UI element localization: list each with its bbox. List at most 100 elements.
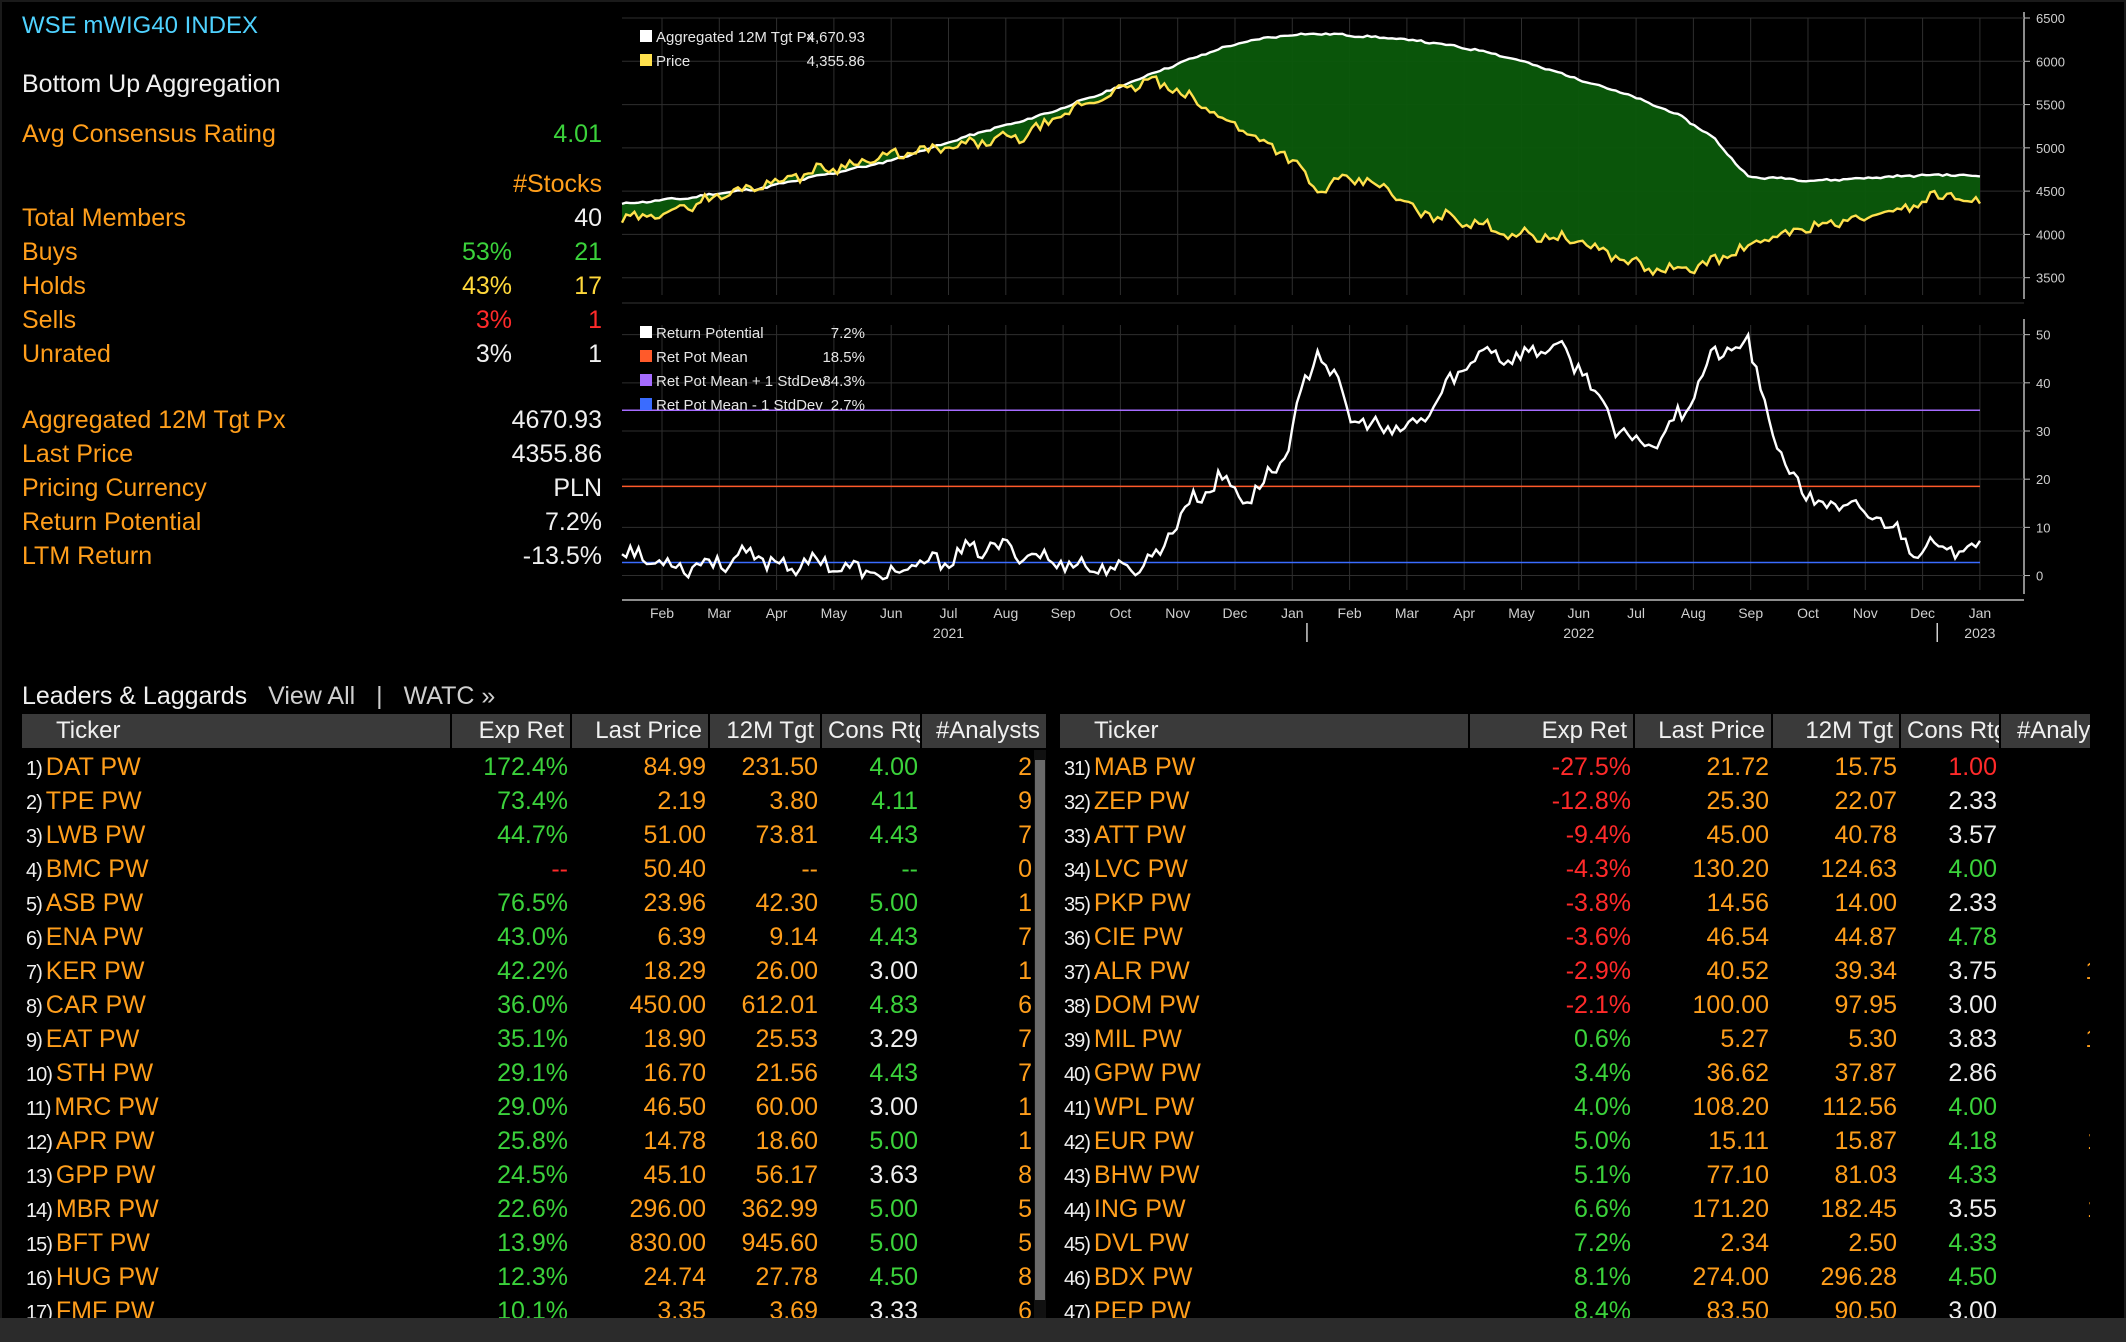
- table-row[interactable]: 12) APR PW 25.8% 14.78 18.60 5.00 1: [22, 1124, 1047, 1158]
- column-header-last-price[interactable]: Last Price: [1635, 714, 1773, 748]
- ticker-symbol[interactable]: PKP PW: [1094, 889, 1191, 917]
- table-row[interactable]: 33)ATT PW -9.4% 45.00 40.78 3.577: [1060, 818, 2090, 852]
- ticker-cell[interactable]: 13) GPP PW: [22, 1158, 452, 1192]
- ticker-symbol[interactable]: MIL PW: [1094, 1025, 1182, 1053]
- table-row[interactable]: 31)MAB PW -27.5% 21.72 15.75 1.002: [1060, 750, 2090, 784]
- ticker-symbol[interactable]: MRC PW: [54, 1093, 158, 1121]
- ticker-cell[interactable]: 43) BHW PW: [1060, 1158, 1470, 1192]
- ticker-cell[interactable]: 10) STH PW: [22, 1056, 452, 1090]
- table-row[interactable]: 38)DOM PW -2.1% 100.00 97.95 3.008: [1060, 988, 2090, 1022]
- ticker-cell[interactable]: 46) BDX PW: [1060, 1260, 1470, 1294]
- table-row[interactable]: 9) EAT PW 35.1% 18.90 25.53 3.29 7: [22, 1022, 1047, 1056]
- ticker-cell[interactable]: 41) WPL PW: [1060, 1090, 1470, 1124]
- ticker-cell[interactable]: 14) MBR PW: [22, 1192, 452, 1226]
- table-row[interactable]: 35)PKP PW -3.8% 14.56 14.00 2.333: [1060, 886, 2090, 920]
- ticker-symbol[interactable]: GPP PW: [56, 1161, 156, 1189]
- ticker-symbol[interactable]: ENA PW: [46, 923, 143, 951]
- ticker-symbol[interactable]: ASB PW: [46, 889, 143, 917]
- ticker-symbol[interactable]: STH PW: [56, 1059, 153, 1087]
- ticker-symbol[interactable]: ALR PW: [1094, 957, 1190, 985]
- table-row[interactable]: 34)LVC PW -4.3% 130.20 124.63 4.007: [1060, 852, 2090, 886]
- ticker-symbol[interactable]: ING PW: [1094, 1195, 1186, 1223]
- table-row[interactable]: 45)DVL PW 7.2% 2.34 2.50 4.336: [1060, 1226, 2090, 1260]
- column-header-exp-ret[interactable]: Exp Ret: [452, 714, 572, 748]
- ticker-cell[interactable]: 15) BFT PW: [22, 1226, 452, 1260]
- table-row[interactable]: 46)BDX PW 8.1% 274.00 296.28 4.506: [1060, 1260, 2090, 1294]
- table-row[interactable]: 43)BHW PW 5.1% 77.10 81.03 4.339: [1060, 1158, 2090, 1192]
- series-return-potential-line[interactable]: [621, 331, 1981, 581]
- ticker-symbol[interactable]: DAT PW: [46, 753, 141, 781]
- table-row[interactable]: 14) MBR PW 22.6% 296.00 362.99 5.00 5: [22, 1192, 1047, 1226]
- ticker-symbol[interactable]: GPW PW: [1094, 1059, 1201, 1087]
- column-header-12m-tgt[interactable]: 12M Tgt: [1773, 714, 1901, 748]
- ticker-symbol[interactable]: DVL PW: [1094, 1229, 1189, 1257]
- ticker-cell[interactable]: 32) ZEP PW: [1060, 784, 1470, 818]
- table-row[interactable]: 1) DAT PW 172.4% 84.99 231.50 4.00 2: [22, 750, 1047, 784]
- ticker-cell[interactable]: 36) CIE PW: [1060, 920, 1470, 954]
- column-header-cons-rtg[interactable]: Cons Rtg: [822, 714, 922, 748]
- ticker-symbol[interactable]: CIE PW: [1094, 923, 1183, 951]
- ticker-cell[interactable]: 6) ENA PW: [22, 920, 452, 954]
- ticker-symbol[interactable]: WPL PW: [1094, 1093, 1194, 1121]
- column-header--analysts[interactable]: #Analysts: [2001, 714, 2090, 748]
- leaders-table[interactable]: Ticker Exp Ret Last Price 12M Tgt Cons Rtg #A…: [22, 714, 1047, 1318]
- ticker-symbol[interactable]: BMC PW: [46, 855, 149, 883]
- table-row[interactable]: 17) FMF PW 10.1% 3.35 3.69 3.33 6: [22, 1294, 1047, 1318]
- ticker-cell[interactable]: 7) KER PW: [22, 954, 452, 988]
- ticker-symbol[interactable]: HUG PW: [56, 1263, 159, 1291]
- table-row[interactable]: 11) MRC PW 29.0% 46.50 60.00 3.00 1: [22, 1090, 1047, 1124]
- column-header-ticker[interactable]: Ticker: [1060, 714, 1470, 748]
- ticker-cell[interactable]: 42) EUR PW: [1060, 1124, 1470, 1158]
- ticker-cell[interactable]: 2) TPE PW: [22, 784, 452, 818]
- ticker-symbol[interactable]: ZEP PW: [1094, 787, 1189, 815]
- ticker-symbol[interactable]: EUR PW: [1094, 1127, 1194, 1155]
- table-row[interactable]: 13) GPP PW 24.5% 45.10 56.17 3.63 8: [22, 1158, 1047, 1192]
- ticker-symbol[interactable]: LVC PW: [1094, 855, 1188, 883]
- ticker-cell[interactable]: 47) PEP PW: [1060, 1294, 1470, 1318]
- table-row[interactable]: 42)EUR PW 5.0% 15.11 15.87 4.1811: [1060, 1124, 2090, 1158]
- ticker-symbol[interactable]: TPE PW: [46, 787, 142, 815]
- charts-area[interactable]: Feb Mar Apr May Jun Jul Aug Sep Oct Nov Dec Jan Feb M…: [0, 0, 2126, 660]
- column-header-ticker[interactable]: Ticker: [22, 714, 452, 748]
- ticker-cell[interactable]: 34) LVC PW: [1060, 852, 1470, 886]
- table-row[interactable]: 15) BFT PW 13.9% 830.00 945.60 5.00 5: [22, 1226, 1047, 1260]
- ticker-cell[interactable]: 31) MAB PW: [1060, 750, 1470, 784]
- table-row[interactable]: 16) HUG PW 12.3% 24.74 27.78 4.50 8: [22, 1260, 1047, 1294]
- table-row[interactable]: 41)WPL PW 4.0% 108.20 112.56 4.009: [1060, 1090, 2090, 1124]
- ticker-symbol[interactable]: BFT PW: [56, 1229, 150, 1257]
- table-row[interactable]: 3) LWB PW 44.7% 51.00 73.81 4.43 7: [22, 818, 1047, 852]
- column-header-exp-ret[interactable]: Exp Ret: [1470, 714, 1635, 748]
- column-header-cons-rtg[interactable]: Cons Rtg: [1901, 714, 2001, 748]
- ticker-cell[interactable]: 5) ASB PW: [22, 886, 452, 920]
- ticker-symbol[interactable]: ATT PW: [1094, 821, 1186, 849]
- ticker-symbol[interactable]: EAT PW: [46, 1025, 140, 1053]
- table-row[interactable]: 44)ING PW 6.6% 171.20 182.45 3.5511: [1060, 1192, 2090, 1226]
- watc-link[interactable]: WATC »: [404, 682, 496, 710]
- ticker-cell[interactable]: 44) ING PW: [1060, 1192, 1470, 1226]
- table-row[interactable]: 39)MIL PW 0.6% 5.27 5.30 3.8312: [1060, 1022, 2090, 1056]
- column-header-last-price[interactable]: Last Price: [572, 714, 710, 748]
- column-header--analysts[interactable]: #Analysts: [922, 714, 1047, 748]
- ticker-symbol[interactable]: PEP PW: [1094, 1297, 1191, 1318]
- ticker-cell[interactable]: 37) ALR PW: [1060, 954, 1470, 988]
- ticker-symbol[interactable]: BHW PW: [1094, 1161, 1200, 1189]
- table-row[interactable]: 5) ASB PW 76.5% 23.96 42.30 5.00 1: [22, 886, 1047, 920]
- ticker-cell[interactable]: 4) BMC PW: [22, 852, 452, 886]
- laggards-table[interactable]: Ticker Exp Ret Last Price 12M Tgt Cons Rtg #A…: [1060, 714, 2090, 1318]
- ticker-cell[interactable]: 3) LWB PW: [22, 818, 452, 852]
- ticker-cell[interactable]: 35) PKP PW: [1060, 886, 1470, 920]
- table-row[interactable]: 4) BMC PW -- 50.40 -- -- 0: [22, 852, 1047, 886]
- column-header-12m-tgt[interactable]: 12M Tgt: [710, 714, 822, 748]
- ticker-cell[interactable]: 9) EAT PW: [22, 1022, 452, 1056]
- ticker-cell[interactable]: 33) ATT PW: [1060, 818, 1470, 852]
- left-scrollbar[interactable]: [1034, 750, 1046, 1318]
- price-target-chart[interactable]: Feb Mar Apr May Jun Jul Aug Sep Oct Nov Dec Jan Feb M…: [0, 0, 2126, 660]
- table-row[interactable]: 7) KER PW 42.2% 18.29 26.00 3.00 1: [22, 954, 1047, 988]
- ticker-cell[interactable]: 11) MRC PW: [22, 1090, 452, 1124]
- ticker-symbol[interactable]: APR PW: [56, 1127, 155, 1155]
- ticker-cell[interactable]: 17) FMF PW: [22, 1294, 452, 1318]
- ticker-symbol[interactable]: CAR PW: [46, 991, 146, 1019]
- ticker-cell[interactable]: 40) GPW PW: [1060, 1056, 1470, 1090]
- ticker-symbol[interactable]: BDX PW: [1094, 1263, 1193, 1291]
- table-row[interactable]: 47)PEP PW 8.4% 83.50 90.50 3.004: [1060, 1294, 2090, 1318]
